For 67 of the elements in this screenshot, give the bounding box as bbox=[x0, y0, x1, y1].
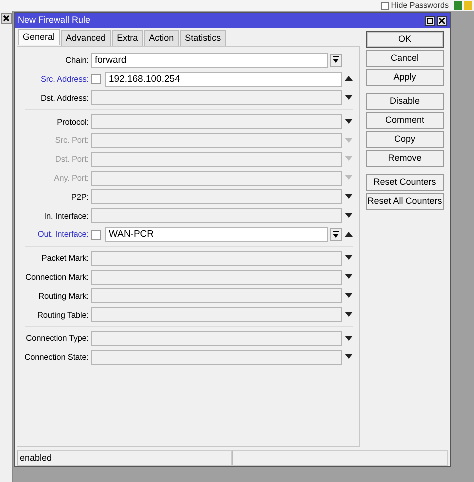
button[interactable]: Disable bbox=[366, 93, 444, 110]
tab[interactable]: Action bbox=[144, 30, 180, 46]
field-label: P2P: bbox=[70, 190, 90, 204]
maximize-icon[interactable] bbox=[424, 16, 435, 26]
expand-arrow-icon[interactable] bbox=[345, 274, 353, 280]
tab[interactable]: Statistics bbox=[180, 30, 226, 46]
input-field[interactable]: WAN-PCR bbox=[105, 227, 328, 242]
expand-arrow-icon[interactable] bbox=[345, 255, 353, 262]
expand-arrow-icon[interactable] bbox=[345, 94, 353, 101]
field-label: Out. Interface: bbox=[36, 228, 90, 241]
dropdown-icon[interactable] bbox=[330, 228, 342, 242]
field-label: Src. Address: bbox=[40, 72, 90, 86]
field-label: Protocol: bbox=[56, 116, 90, 128]
button[interactable]: Copy bbox=[366, 131, 444, 148]
field-label: Connection State: bbox=[24, 351, 90, 364]
expand-arrow-icon[interactable] bbox=[345, 292, 353, 299]
input-field[interactable] bbox=[91, 270, 342, 285]
input-field[interactable] bbox=[91, 350, 342, 365]
button[interactable]: Comment bbox=[366, 112, 444, 129]
checkbox-label: Hide Passwords bbox=[391, 0, 449, 10]
expand-arrow-icon[interactable] bbox=[345, 212, 353, 219]
input-field[interactable]: 192.168.100.254 bbox=[105, 72, 342, 87]
expand-arrow-icon[interactable] bbox=[345, 194, 353, 200]
field-label: Routing Mark: bbox=[38, 290, 90, 302]
input-field[interactable] bbox=[91, 331, 342, 346]
field-label: Dst. Port: bbox=[54, 153, 90, 166]
field-label: Connection Mark: bbox=[24, 270, 90, 284]
field-label: Packet Mark: bbox=[40, 252, 90, 265]
input-field[interactable]: forward bbox=[91, 52, 328, 68]
field-label: In. Interface: bbox=[43, 210, 90, 222]
negate-checkbox[interactable] bbox=[91, 230, 101, 240]
button[interactable]: Cancel bbox=[366, 50, 444, 67]
input-field[interactable] bbox=[91, 288, 342, 304]
field-label: Dst. Address: bbox=[40, 92, 90, 104]
input-field[interactable] bbox=[91, 208, 342, 224]
input-field[interactable] bbox=[91, 250, 342, 266]
status-text: enabled bbox=[17, 450, 232, 466]
collapse-arrow-icon[interactable] bbox=[345, 232, 353, 238]
dropdown-icon[interactable] bbox=[330, 54, 342, 67]
close-icon[interactable] bbox=[437, 16, 447, 26]
input-field[interactable] bbox=[91, 114, 342, 130]
expand-arrow-icon[interactable] bbox=[345, 118, 353, 125]
close-icon[interactable] bbox=[0, 13, 12, 24]
button[interactable]: OK bbox=[366, 31, 444, 48]
negate-checkbox[interactable] bbox=[91, 74, 101, 84]
tab[interactable]: Advanced bbox=[61, 30, 112, 46]
input-field[interactable] bbox=[91, 189, 342, 204]
tab[interactable]: General bbox=[18, 29, 60, 45]
button[interactable]: Remove bbox=[366, 150, 444, 167]
field-label: Chain: bbox=[64, 54, 90, 67]
input-field[interactable] bbox=[91, 90, 342, 106]
tab[interactable]: Extra bbox=[112, 30, 144, 46]
field-label: Connection Type: bbox=[25, 332, 90, 345]
expand-arrow-icon[interactable] bbox=[345, 354, 353, 360]
collapse-arrow-icon[interactable] bbox=[345, 76, 353, 82]
button[interactable]: Apply bbox=[366, 69, 444, 86]
expand-arrow-icon[interactable] bbox=[345, 312, 353, 318]
button[interactable]: Reset All Counters bbox=[366, 193, 444, 210]
input-field[interactable] bbox=[91, 307, 342, 322]
checkbox[interactable] bbox=[380, 2, 389, 10]
field-label: Any. Port: bbox=[53, 172, 90, 184]
field-label: Src. Port: bbox=[54, 134, 90, 147]
status-indicator-icon bbox=[454, 1, 462, 10]
field-label: Routing Table: bbox=[36, 308, 90, 321]
expand-arrow-icon[interactable] bbox=[345, 336, 353, 342]
window-title: New Firewall Rule bbox=[18, 14, 91, 27]
button[interactable]: Reset Counters bbox=[366, 174, 444, 191]
